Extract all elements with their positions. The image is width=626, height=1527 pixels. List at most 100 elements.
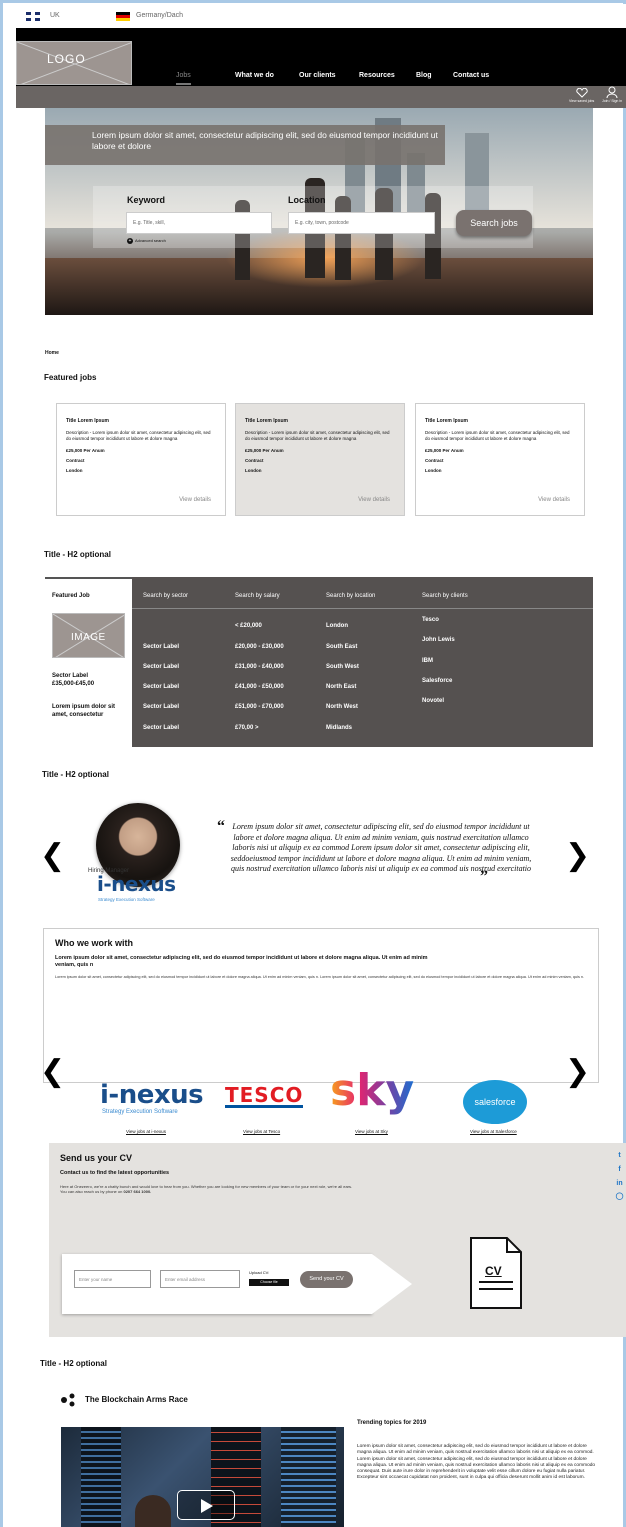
choose-file-button[interactable]: Choose file	[249, 1279, 289, 1286]
trending-heading: Trending topics for 2019	[357, 1420, 427, 1426]
utility-bar: View saved jobs Join / Sign in	[16, 86, 626, 108]
section-heading: Title - H2 optional	[40, 1359, 107, 1368]
salary-link[interactable]: £41,000 - £50,000	[235, 684, 284, 690]
instagram-icon[interactable]: ◯	[615, 1192, 624, 1200]
sector-link[interactable]: Sector Label	[143, 725, 179, 731]
salesforce-logo[interactable]: salesforce	[463, 1080, 527, 1124]
sector-link[interactable]: Sector Label	[143, 704, 179, 710]
client-link[interactable]: John Lewis	[422, 637, 455, 643]
lang-uk[interactable]: UK	[50, 12, 60, 19]
location-link[interactable]: North West	[326, 704, 358, 710]
featured-job-panel[interactable]: Featured Job IMAGE Sector Label £35,000-£…	[45, 577, 132, 747]
cv-icon-text: CV	[485, 1264, 502, 1278]
image-placeholder-text: IMAGE	[71, 632, 106, 643]
lang-germany[interactable]: Germany/Dach	[136, 12, 183, 19]
job-card[interactable]: Title Lorem Ipsum Description - Lorem ip…	[56, 403, 226, 516]
clients-subheading: Lorem ipsum dolor sit amet, consectetur …	[55, 955, 428, 968]
breadcrumb[interactable]: Home	[45, 350, 59, 356]
job-title: Title Lorem Ipsum	[66, 418, 109, 424]
uk-flag-icon[interactable]	[26, 12, 40, 21]
blog-title[interactable]: The Blockchain Arms Race	[85, 1395, 188, 1404]
client-link[interactable]: IBM	[422, 658, 433, 664]
view-details-link[interactable]: View details	[538, 497, 570, 503]
location-label: Location	[288, 195, 326, 205]
location-link[interactable]: South East	[326, 644, 357, 650]
linkedin-icon[interactable]: in	[615, 1180, 624, 1187]
language-bar: UK Germany/Dach	[16, 4, 626, 28]
view-jobs-inexus-link[interactable]: View jobs at i-nexus	[126, 1129, 166, 1134]
salary-link[interactable]: < £20,000	[235, 623, 262, 629]
sector-link[interactable]: Sector Label	[143, 684, 179, 690]
prev-arrow-icon[interactable]: ❮	[40, 1054, 65, 1089]
job-description: Description - Lorem ipsum dolor sit amet…	[245, 430, 390, 441]
inexus-logo: i-nexus	[97, 872, 176, 896]
server-rack	[281, 1427, 336, 1527]
name-input[interactable]: Enter your name	[74, 1270, 151, 1288]
job-card[interactable]: Title Lorem Ipsum Description - Lorem ip…	[235, 403, 405, 516]
next-arrow-icon[interactable]: ❯	[565, 1054, 590, 1089]
salary-link[interactable]: £31,000 - £40,000	[235, 664, 284, 670]
nav-what-we-do[interactable]: What we do	[235, 72, 274, 79]
view-details-link[interactable]: View details	[179, 497, 211, 503]
view-details-link[interactable]: View details	[358, 497, 390, 503]
twitter-icon[interactable]: t	[615, 1152, 624, 1159]
send-cv-button[interactable]: Send your CV	[300, 1271, 353, 1288]
nav-resources[interactable]: Resources	[359, 72, 395, 79]
featured-job-text: Lorem ipsum dolor sit amet, consectetur	[52, 704, 116, 718]
email-input[interactable]: Enter email address	[160, 1270, 240, 1288]
keyword-input[interactable]: E.g. Title, skill,	[126, 212, 272, 234]
search-jobs-button[interactable]: Search jobs	[456, 210, 532, 236]
tesco-logo[interactable]: TESCO	[225, 1085, 304, 1108]
nav-jobs[interactable]: Jobs	[176, 72, 191, 85]
upload-label: Upload CV:	[249, 1270, 270, 1275]
job-card[interactable]: Title Lorem Ipsum Description - Lorem ip…	[415, 403, 585, 516]
view-jobs-salesforce-link[interactable]: View jobs at Salesforce	[470, 1129, 517, 1134]
next-arrow-icon[interactable]: ❯	[565, 838, 590, 873]
advanced-search-label: Advanced search	[135, 238, 166, 244]
col-clients: Search by clients	[422, 593, 468, 599]
advanced-search-link[interactable]: + Advanced search	[127, 238, 166, 244]
nav-our-clients[interactable]: Our clients	[299, 72, 336, 79]
keyword-label: Keyword	[127, 195, 166, 205]
germany-flag-icon[interactable]	[116, 12, 130, 21]
testimonial-quote: Lorem ipsum dolor sit amet, consectetur …	[230, 822, 532, 873]
facebook-icon[interactable]: f	[615, 1166, 624, 1173]
play-icon[interactable]	[177, 1490, 235, 1520]
view-jobs-tesco-link[interactable]: View jobs at Tesco	[243, 1129, 280, 1134]
logo[interactable]: LOGO	[16, 41, 132, 85]
location-input[interactable]: E.g. city, town, postcode	[288, 212, 435, 234]
job-location: London	[245, 468, 262, 473]
location-link[interactable]: Midlands	[326, 725, 352, 731]
salary-link[interactable]: £20,000 - £30,000	[235, 644, 284, 650]
inexus-client-logo[interactable]: i-nexus	[100, 1080, 204, 1110]
trending-text: Lorem ipsum dolor sit amet, consectetur …	[357, 1444, 596, 1481]
salary-link[interactable]: £70,00 >	[235, 725, 259, 731]
location-link[interactable]: North East	[326, 684, 356, 690]
nav-blog[interactable]: Blog	[416, 72, 432, 79]
location-link[interactable]: London	[326, 623, 348, 629]
join-button[interactable]: Join / Sign in	[602, 86, 622, 103]
job-title: Title Lorem Ipsum	[245, 418, 288, 424]
cv-phone[interactable]: 0207 664 1000.	[123, 1189, 151, 1194]
location-link[interactable]: South West	[326, 664, 359, 670]
job-title: Title Lorem Ipsum	[425, 418, 468, 424]
client-link[interactable]: Salesforce	[422, 678, 452, 684]
sky-logo[interactable]: sky	[330, 1065, 414, 1117]
salary-link[interactable]: £51,000 - £70,000	[235, 704, 284, 710]
view-jobs-sky-link[interactable]: View jobs at Sky	[355, 1129, 388, 1134]
saved-jobs-button[interactable]: View saved jobs	[569, 87, 594, 103]
plus-icon: +	[127, 238, 133, 244]
nav-contact-us[interactable]: Contact us	[453, 72, 489, 79]
divider	[132, 608, 593, 609]
salary-range: £35,000-£45,00	[52, 681, 95, 687]
quote-open-icon: “	[217, 818, 225, 835]
quote-close-icon: ”	[480, 868, 488, 885]
client-link[interactable]: Tesco	[422, 617, 439, 623]
cv-body: Here at Onezeero, we're a chatty bunch a…	[60, 1184, 400, 1194]
client-link[interactable]: Novotel	[422, 698, 444, 704]
job-description: Description - Lorem ipsum dolor sit amet…	[425, 430, 570, 441]
cv-phone-prefix: You can also reach us by phone on	[60, 1189, 124, 1194]
sector-link[interactable]: Sector Label	[143, 644, 179, 650]
prev-arrow-icon[interactable]: ❮	[40, 838, 65, 873]
sector-link[interactable]: Sector Label	[143, 664, 179, 670]
